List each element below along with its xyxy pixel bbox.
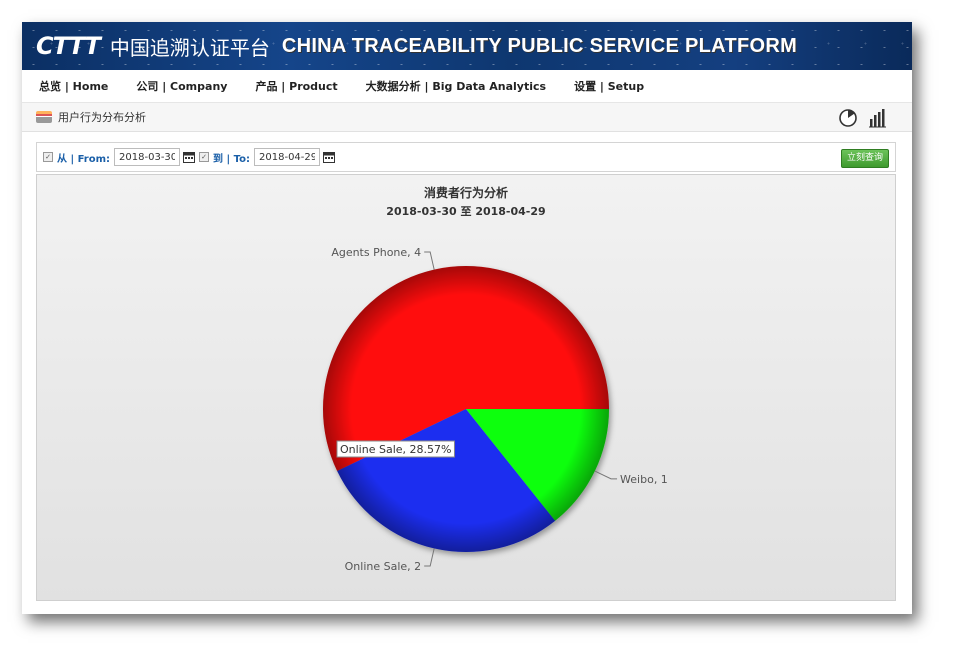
logo-mark: CTTT: [36, 32, 101, 60]
date-filter-bar: ✓ 从 | From: ✓ 到 | To: 立刻查询: [36, 142, 896, 172]
platform-title-en: CHINA TRACEABILITY PUBLIC SERVICE PLATFO…: [281, 34, 798, 57]
to-date-input[interactable]: [254, 148, 321, 166]
page-title: 用户行为分布分析: [58, 111, 146, 124]
platform-logo[interactable]: CTTT 中国追溯认证平台 CHINA TRACEABILITY PUBLIC …: [36, 32, 798, 60]
report-icon: [36, 111, 52, 123]
pie-chart-view-icon[interactable]: [838, 108, 858, 128]
to-label: 到 | To:: [213, 153, 251, 165]
to-checkbox[interactable]: ✓: [199, 152, 210, 162]
pie-connector-line: [594, 470, 618, 480]
nav-item-setup[interactable]: 设置 | Setup: [574, 78, 644, 94]
pie-connector-line: [424, 548, 435, 567]
chart-panel: 消费者行为分析 2018-03-30 至 2018-04-29 Agents P…: [36, 174, 896, 601]
from-calendar-icon[interactable]: [183, 151, 196, 163]
platform-title-cn: 中国追溯认证平台: [109, 35, 270, 60]
from-label: 从 | From:: [57, 153, 111, 165]
header-banner: CTTT 中国追溯认证平台 CHINA TRACEABILITY PUBLIC …: [22, 22, 912, 70]
pie-connector-line: [424, 251, 435, 270]
nav-item-product[interactable]: 产品 | Product: [255, 78, 337, 94]
from-checkbox[interactable]: ✓: [43, 152, 53, 162]
to-calendar-icon[interactable]: [323, 151, 336, 163]
nav-item-company[interactable]: 公司 | Company: [136, 78, 227, 94]
page-subbar: 用户行为分布分析: [22, 103, 912, 132]
chart-tooltip-text: Online Sale, 28.57%: [340, 443, 451, 456]
main-nav: 总览 | Home 公司 | Company 产品 | Product 大数据分…: [22, 70, 912, 103]
pie-label-online-sale: Online Sale, 2: [345, 560, 422, 573]
pie-label-agents-phone: Agents Phone, 4: [331, 246, 421, 259]
chart-subtitle: 2018-03-30 至 2018-04-29: [386, 205, 545, 218]
pie-label-weibo: Weibo, 1: [620, 473, 668, 486]
pie-chart: 消费者行为分析 2018-03-30 至 2018-04-29 Agents P…: [323, 185, 668, 573]
app-window: CTTT 中国追溯认证平台 CHINA TRACEABILITY PUBLIC …: [22, 22, 912, 614]
chart-title: 消费者行为分析: [424, 185, 508, 200]
from-date-input[interactable]: [114, 148, 181, 166]
query-button[interactable]: 立刻查询: [841, 149, 889, 168]
chart-tooltip: Online Sale, 28.57%: [336, 440, 455, 458]
bar-chart-view-icon[interactable]: [868, 108, 888, 128]
nav-item-home[interactable]: 总览 | Home: [39, 78, 108, 94]
nav-item-big-data-analytics[interactable]: 大数据分析 | Big Data Analytics: [366, 78, 546, 94]
